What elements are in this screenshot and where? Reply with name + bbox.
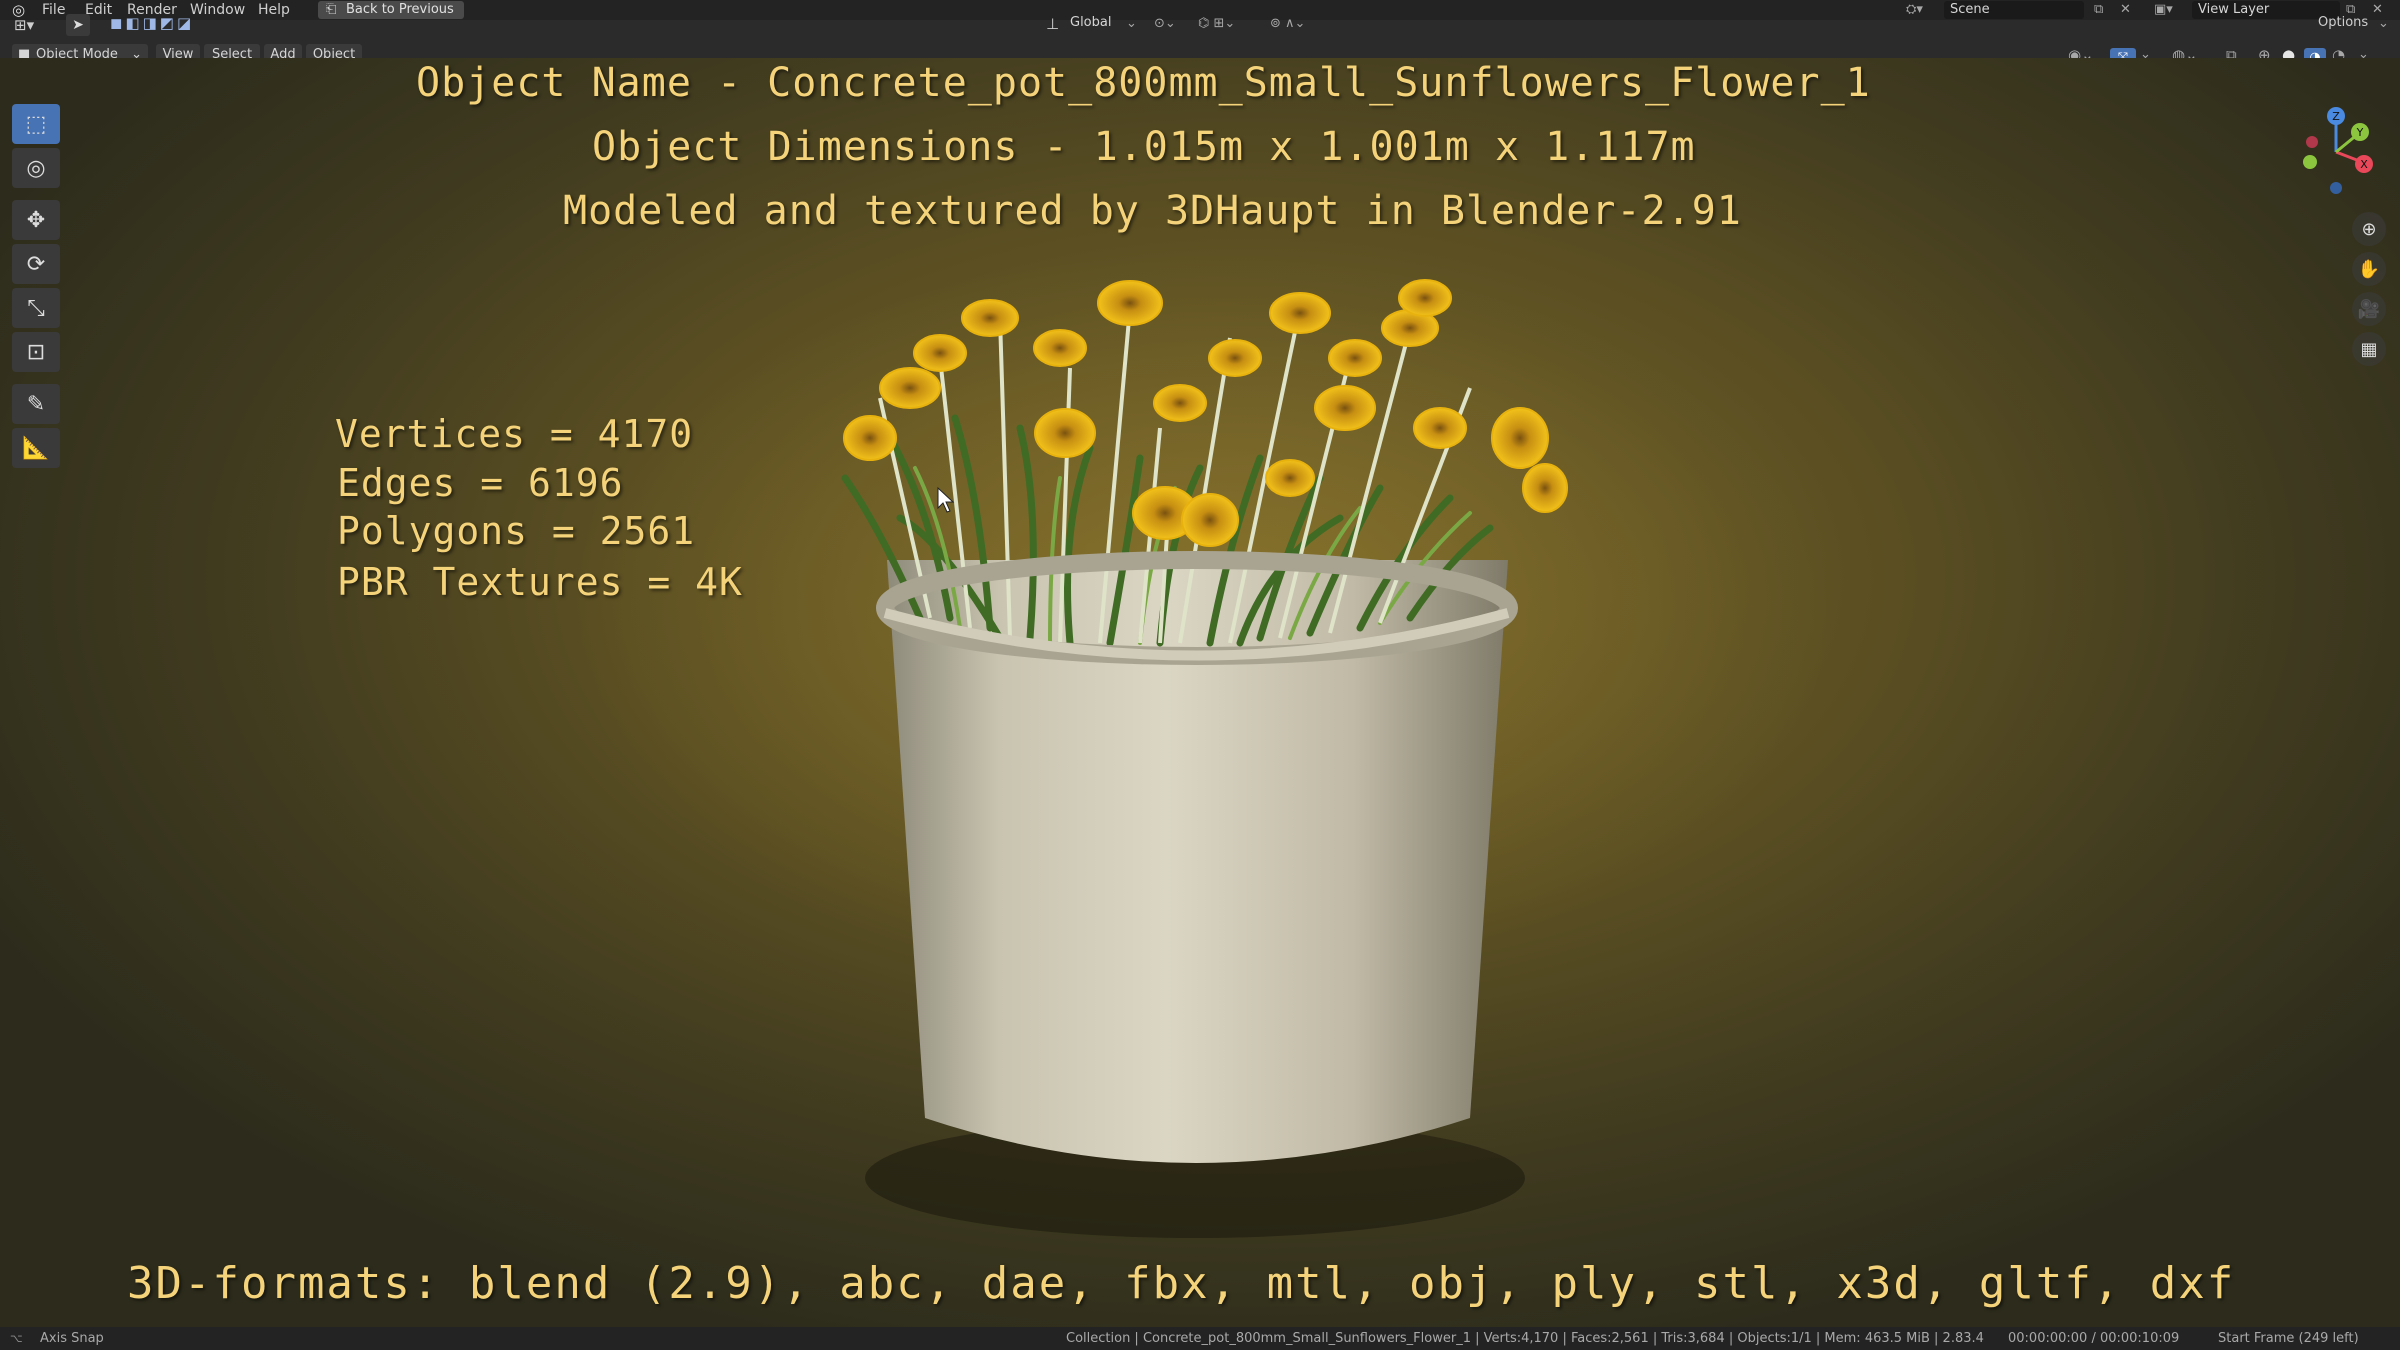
back-to-previous-button[interactable]: ⎗ Back to Previous (318, 1, 464, 19)
transform-icon[interactable]: ⊡ (12, 332, 60, 372)
neg-y-axis-handle[interactable] (2303, 155, 2317, 169)
zoom-icon[interactable]: ⊕ (2352, 212, 2386, 246)
stat-polygons: Polygons = 2561 (337, 509, 696, 553)
formats-line: 3D-formats: blend (2.9), abc, dae, fbx, … (127, 1258, 2236, 1309)
left-toolbar: ⬚ ◎ ✥ ⟳ ⤡ ⊡ ✎ 📐 (12, 104, 60, 474)
view-layer-icon[interactable]: ▣▾ (2154, 1, 2173, 19)
view-layer-label: View Layer (2198, 2, 2270, 17)
navigation-gizmo[interactable]: Z X Y (2290, 98, 2390, 198)
menu-help[interactable]: Help (258, 0, 290, 20)
alt-key-icon: ⌥ (10, 1332, 23, 1345)
menu-window[interactable]: Window (190, 0, 245, 20)
scene-selector[interactable]: Scene (1944, 1, 2084, 19)
timecode: 00:00:00:00 / 00:00:10:09 (2008, 1331, 2180, 1346)
transform-orientation-dropdown[interactable]: Global (1070, 15, 1111, 30)
options-dropdown[interactable]: Options (2318, 15, 2368, 30)
scene-label: Scene (1950, 2, 1990, 17)
z-axis-label: Z (2332, 110, 2340, 123)
grid-icon[interactable]: ▦ (2352, 332, 2386, 366)
status-bar: ⌥ Axis Snap Collection | Concrete_pot_80… (0, 1327, 2400, 1350)
chevron-down-icon: ⌄ (1126, 16, 1137, 31)
neg-z-axis-handle[interactable] (2330, 182, 2342, 194)
stat-vertices: Vertices = 4170 (335, 412, 694, 456)
axis-snap-hint: Axis Snap (40, 1331, 104, 1346)
3d-viewport[interactable]: Object Name - Concrete_pot_800mm_Small_S… (0, 58, 2400, 1327)
pivot-point-icon[interactable]: ⊙⌄ (1154, 15, 1176, 33)
x-axis-label: X (2360, 158, 2368, 171)
object-dimensions-line: Object Dimensions - 1.015m x 1.001m x 1.… (592, 124, 1696, 170)
measure-icon[interactable]: 📐 (12, 428, 60, 468)
scale-icon[interactable]: ⤡ (12, 288, 60, 328)
stat-edges: Edges = 6196 (337, 461, 624, 505)
stat-pbr-textures: PBR Textures = 4K (337, 560, 743, 604)
y-axis-label: Y (2356, 126, 2364, 139)
back-icon: ⎗ (326, 2, 337, 17)
transform-orientation-icon[interactable]: ⊥ (1046, 15, 1059, 33)
pan-hand-icon[interactable]: ✋ (2352, 252, 2386, 286)
camera-icon[interactable]: 🎥 (2352, 292, 2386, 326)
editor-type-icon[interactable]: ⊞▾ (14, 16, 34, 34)
rotate-icon[interactable]: ⟳ (12, 244, 60, 284)
delete-scene-icon[interactable]: ✕ (2120, 1, 2131, 19)
proportional-edit-icon[interactable]: ⊚ ∧⌄ (1270, 15, 1305, 33)
scene-icon[interactable]: ⛭▾ (1906, 1, 1923, 19)
select-box-icon[interactable]: ⬚ (12, 104, 60, 144)
chevron-down-icon: ⌄ (2378, 16, 2389, 31)
start-frame-info: Start Frame (249 left) (2218, 1331, 2359, 1346)
sunflower-pot-render (841, 279, 1568, 1238)
cursor-icon[interactable]: ◎ (12, 148, 60, 188)
select-tool-icon[interactable]: ➤ (66, 14, 90, 36)
annotate-icon[interactable]: ✎ (12, 384, 60, 424)
back-to-previous-label: Back to Previous (346, 2, 454, 17)
selection-mode-icons[interactable]: ◼◧◨◩◪ (110, 14, 194, 32)
modeled-by-line: Modeled and textured by 3DHaupt in Blend… (563, 188, 1742, 234)
move-icon[interactable]: ✥ (12, 200, 60, 240)
neg-x-axis-handle[interactable] (2306, 136, 2318, 148)
new-scene-icon[interactable]: ⧉ (2094, 1, 2103, 19)
object-name-line: Object Name - Concrete_pot_800mm_Small_S… (416, 60, 1871, 106)
menu-file[interactable]: File (42, 0, 65, 20)
scene-statistics: Collection | Concrete_pot_800mm_Small_Su… (1066, 1331, 1984, 1346)
snap-icon[interactable]: ⌬ ⊞⌄ (1198, 15, 1235, 33)
mouse-cursor-icon (937, 486, 955, 513)
viewport-header: ⊞▾ ➤ ◼◧◨◩◪ ⊥ Global ⌄ ⊙⌄ ⌬ ⊞⌄ ⊚ ∧⌄ Optio… (0, 14, 2400, 68)
